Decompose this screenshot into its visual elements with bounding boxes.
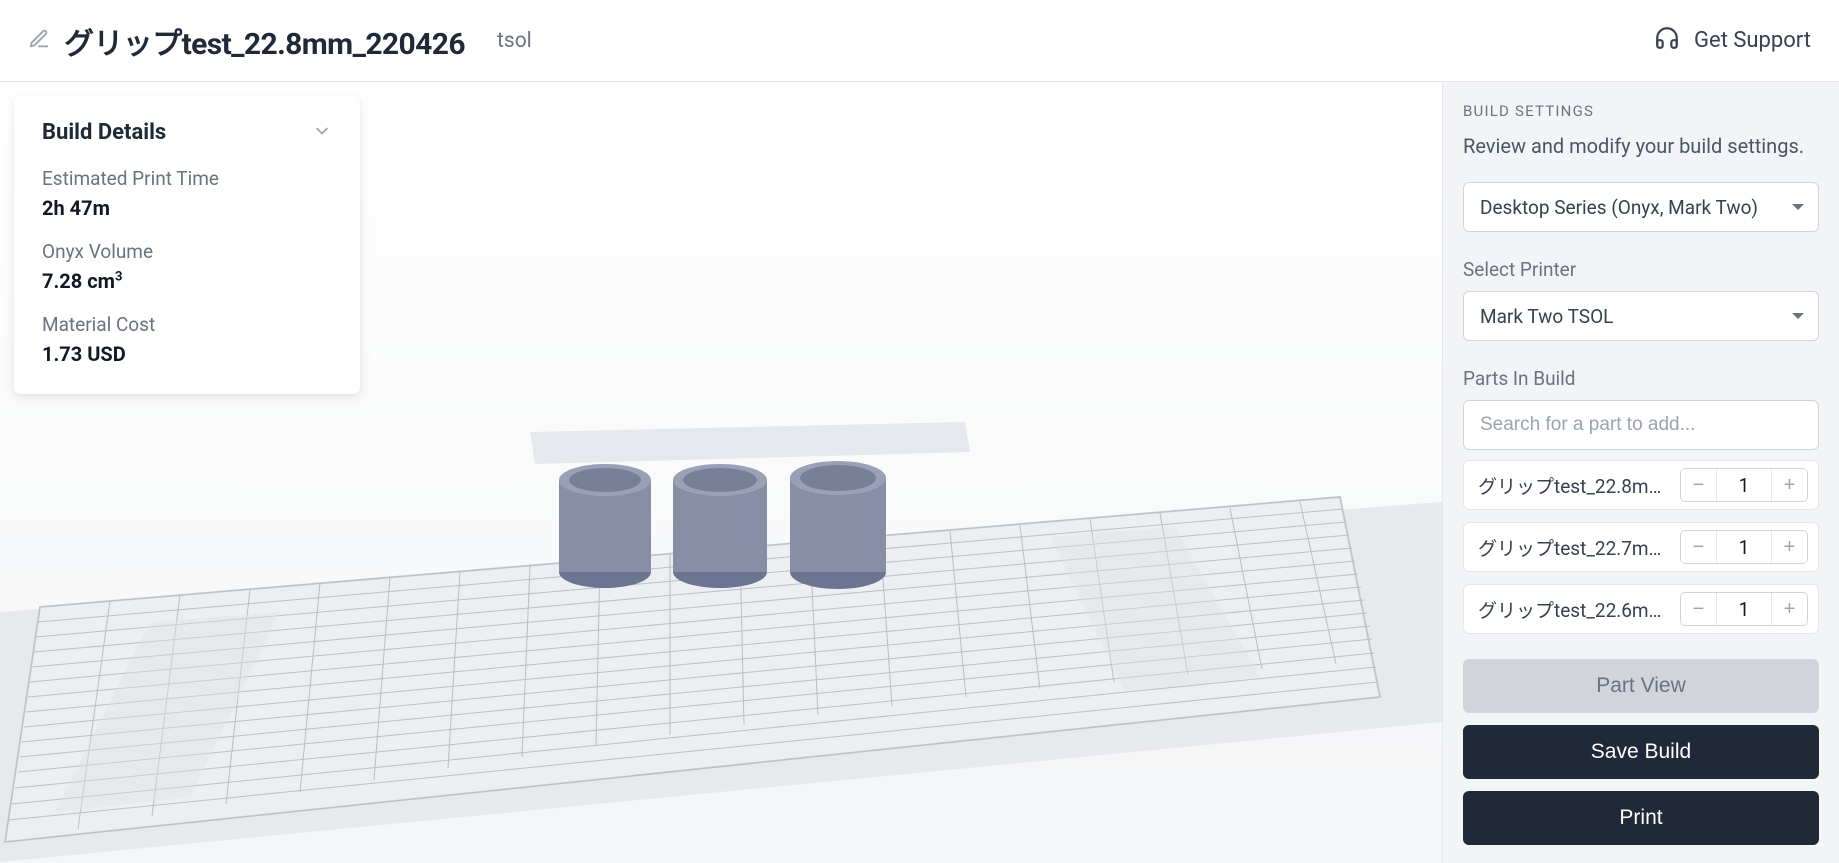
chevron-down-icon[interactable] <box>312 121 332 145</box>
detail-onyx-value: 7.28 cm3 <box>42 269 332 293</box>
select-printer-label: Select Printer <box>1463 258 1819 281</box>
headphones-icon <box>1654 25 1680 57</box>
detail-onyx-label: Onyx Volume <box>42 240 332 263</box>
detail-cost-label: Material Cost <box>42 313 332 336</box>
detail-print-time-label: Estimated Print Time <box>42 167 332 190</box>
owner-name: tsol <box>497 29 532 53</box>
part-view-button[interactable]: Part View <box>1463 659 1819 713</box>
pencil-icon[interactable] <box>28 28 50 54</box>
part-row: グリップtest_22.7m… − 1 + <box>1463 522 1819 572</box>
printer-select[interactable]: Mark Two TSOL <box>1463 291 1819 341</box>
quantity-stepper: − 1 + <box>1680 530 1808 564</box>
printer-value: Mark Two TSOL <box>1480 305 1613 328</box>
build-settings-sidebar: BUILD SETTINGS Review and modify your bu… <box>1442 82 1839 863</box>
decrement-button[interactable]: − <box>1681 469 1717 501</box>
device-series-select[interactable]: Desktop Series (Onyx, Mark Two) <box>1463 182 1819 232</box>
detail-material-cost: Material Cost 1.73 USD <box>42 313 332 366</box>
print-button[interactable]: Print <box>1463 791 1819 845</box>
caret-down-icon <box>1792 204 1804 210</box>
caret-down-icon <box>1792 313 1804 319</box>
device-series-value: Desktop Series (Onyx, Mark Two) <box>1480 196 1758 219</box>
part-name[interactable]: グリップtest_22.8m… <box>1478 472 1680 499</box>
part-name[interactable]: グリップtest_22.7m… <box>1478 534 1680 561</box>
part-preview-cylinders <box>559 461 886 589</box>
decrement-button[interactable]: − <box>1681 593 1717 625</box>
quantity-value[interactable]: 1 <box>1717 593 1771 625</box>
quantity-stepper: − 1 + <box>1680 468 1808 502</box>
build-details-card: Build Details Estimated Print Time 2h 47… <box>14 96 360 394</box>
quantity-value[interactable]: 1 <box>1717 469 1771 501</box>
decrement-button[interactable]: − <box>1681 531 1717 563</box>
part-row: グリップtest_22.8m… − 1 + <box>1463 460 1819 510</box>
part-row: グリップtest_22.6m… − 1 + <box>1463 584 1819 634</box>
detail-cost-value: 1.73 USD <box>42 342 332 366</box>
build-name[interactable]: グリップtest_22.8mm_220426 <box>64 19 465 63</box>
detail-print-time: Estimated Print Time 2h 47m <box>42 167 332 220</box>
get-support-label: Get Support <box>1694 28 1811 53</box>
build-details-title: Build Details <box>42 120 166 145</box>
part-search-input[interactable] <box>1463 400 1819 450</box>
detail-onyx-volume: Onyx Volume 7.28 cm3 <box>42 240 332 293</box>
build-plate-viewport[interactable]: Build Details Estimated Print Time 2h 47… <box>0 82 1442 863</box>
increment-button[interactable]: + <box>1771 593 1807 625</box>
header: グリップtest_22.8mm_220426 tsol Get Support <box>0 0 1839 82</box>
get-support[interactable]: Get Support <box>1654 25 1811 57</box>
parts-in-build-label: Parts In Build <box>1463 367 1819 390</box>
build-settings-title: BUILD SETTINGS <box>1463 102 1819 120</box>
part-name[interactable]: グリップtest_22.6m… <box>1478 596 1680 623</box>
detail-print-time-value: 2h 47m <box>42 196 332 220</box>
header-left: グリップtest_22.8mm_220426 tsol <box>28 19 532 63</box>
save-build-button[interactable]: Save Build <box>1463 725 1819 779</box>
quantity-stepper: − 1 + <box>1680 592 1808 626</box>
increment-button[interactable]: + <box>1771 531 1807 563</box>
increment-button[interactable]: + <box>1771 469 1807 501</box>
quantity-value[interactable]: 1 <box>1717 531 1771 563</box>
build-settings-desc: Review and modify your build settings. <box>1463 134 1819 158</box>
